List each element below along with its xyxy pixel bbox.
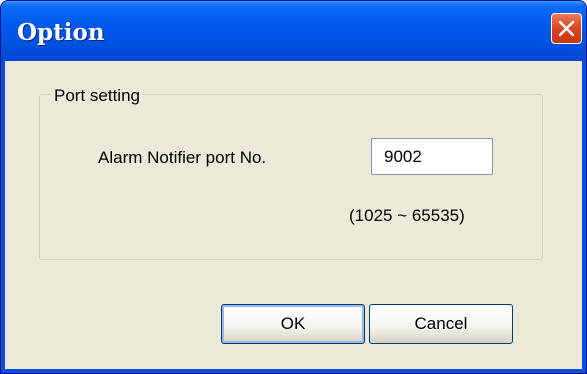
port-input[interactable] <box>371 138 493 175</box>
ok-button[interactable]: OK <box>221 304 365 344</box>
dialog-title: Option <box>17 19 105 46</box>
port-setting-group <box>39 94 543 260</box>
close-icon <box>558 20 575 37</box>
cancel-button[interactable]: Cancel <box>369 304 513 344</box>
title-bar[interactable]: Option <box>1 1 586 61</box>
close-button[interactable] <box>551 13 582 44</box>
port-label: Alarm Notifier port No. <box>98 148 267 167</box>
group-legend: Port setting <box>51 86 143 106</box>
port-range-hint: (1025 ~ 65535) <box>349 206 465 225</box>
option-dialog: Option Port setting Alarm Notifier port … <box>0 0 587 374</box>
dialog-body: Port setting Alarm Notifier port No. (10… <box>5 61 582 369</box>
